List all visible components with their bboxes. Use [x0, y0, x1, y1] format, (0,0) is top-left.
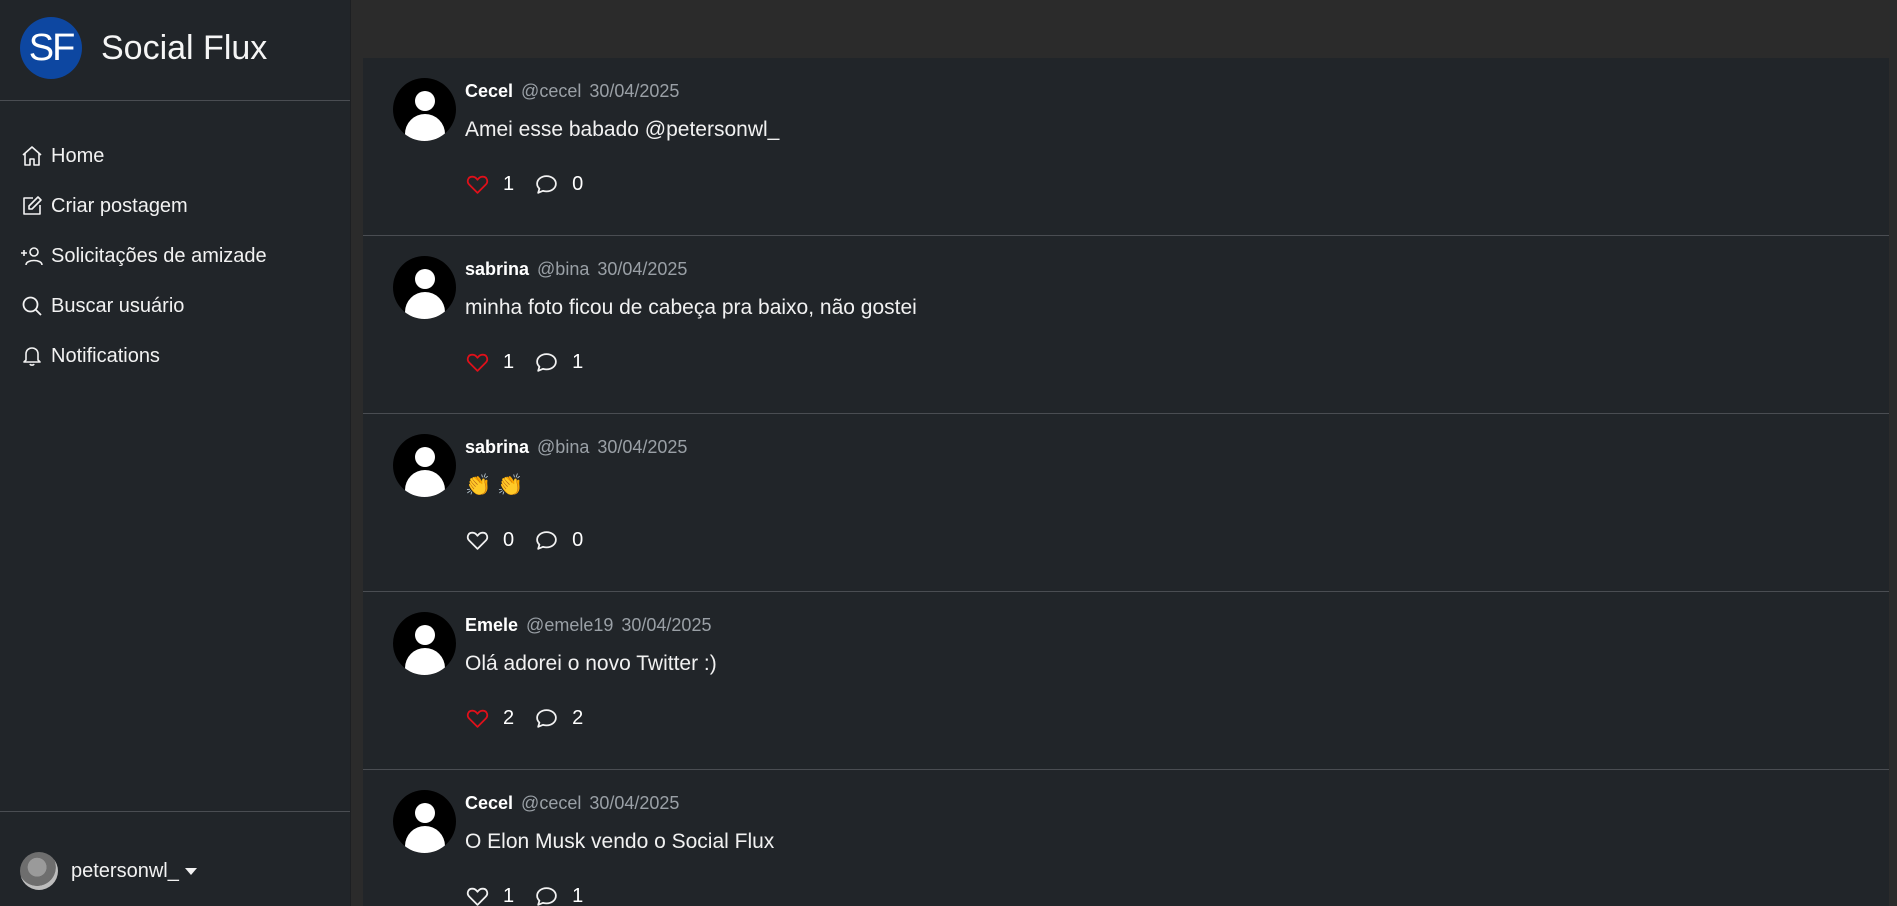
post-date: 30/04/2025 [597, 437, 688, 457]
post-handle[interactable]: @cecel [521, 793, 581, 813]
post[interactable]: Cecel @cecel 30/04/2025 O Elon Musk vendo … [363, 770, 1889, 906]
brand-name[interactable]: Social Flux [101, 29, 267, 68]
avatar[interactable] [20, 852, 58, 890]
post-actions: 1 0 [465, 172, 603, 197]
bell-icon [23, 347, 41, 366]
comment-icon[interactable] [534, 350, 559, 375]
brand-logo[interactable]: SF [20, 17, 82, 79]
comment-count: 0 [572, 173, 584, 195]
post-text: 👏 👏 [465, 474, 524, 497]
post-text: Olá adorei o novo Twitter :) [465, 652, 717, 675]
nav-item-notifications[interactable]: Notifications [20, 331, 267, 381]
sidebar-divider [0, 100, 350, 101]
sidebar: SF Social Flux Home Criar postagem Solic… [0, 0, 351, 906]
post[interactable]: sabrina @bina 30/04/2025 minha foto ficou … [363, 236, 1889, 414]
post[interactable]: Emele @emele19 30/04/2025 Olá adorei o nov… [363, 592, 1889, 770]
like-count: 1 [503, 885, 515, 906]
user-menu[interactable]: petersonwl_ [20, 852, 197, 890]
post-meta: Emele @emele19 30/04/2025 [465, 615, 711, 636]
avatar[interactable] [393, 790, 456, 853]
heart-icon[interactable] [465, 884, 490, 906]
post-actions: 1 1 [465, 884, 603, 906]
sidebar-nav: Home Criar postagem Solicitações de amiz… [20, 131, 267, 381]
post-author[interactable]: sabrina [465, 437, 529, 457]
post-date: 30/04/2025 [621, 615, 712, 635]
nav-label: Criar postagem [51, 194, 188, 217]
post-date: 30/04/2025 [597, 259, 688, 279]
heart-icon[interactable] [465, 350, 490, 375]
post-feed: Cecel @cecel 30/04/2025 Amei esse babado @… [363, 58, 1889, 906]
post-author[interactable]: Cecel [465, 81, 513, 101]
add-user-icon [21, 247, 43, 266]
sidebar-divider [0, 811, 350, 812]
brand[interactable]: SF Social Flux [20, 17, 267, 79]
post-date: 30/04/2025 [589, 81, 680, 101]
comment-count: 1 [572, 885, 584, 906]
post-meta: Cecel @cecel 30/04/2025 [465, 793, 679, 814]
post-handle[interactable]: @bina [537, 437, 589, 457]
post-meta: sabrina @bina 30/04/2025 [465, 437, 687, 458]
avatar[interactable] [393, 78, 456, 141]
post[interactable]: Cecel @cecel 30/04/2025 Amei esse babado @… [363, 58, 1889, 236]
like-count: 1 [503, 173, 515, 195]
comment-icon[interactable] [534, 884, 559, 906]
nav-label: Solicitações de amizade [51, 244, 267, 267]
post-text: Amei esse babado @petersonwl_ [465, 118, 780, 141]
heart-icon[interactable] [465, 706, 490, 731]
nav-label: Home [51, 144, 105, 167]
avatar[interactable] [393, 612, 456, 675]
nav-item-home[interactable]: Home [20, 131, 267, 181]
post-actions: 0 0 [465, 528, 603, 553]
like-count: 0 [503, 529, 515, 551]
nav-item-buscar-usuario[interactable]: Buscar usuário [20, 281, 267, 331]
comment-icon[interactable] [534, 528, 559, 553]
post-author[interactable]: Emele [465, 615, 518, 635]
caret-down-icon[interactable] [184, 867, 197, 875]
nav-label: Notifications [51, 344, 160, 367]
search-icon [22, 296, 42, 316]
avatar[interactable] [393, 434, 456, 497]
post-date: 30/04/2025 [589, 793, 680, 813]
post-text: minha foto ficou de cabeça pra baixo, nã… [465, 296, 917, 319]
post-handle[interactable]: @emele19 [526, 615, 613, 635]
heart-icon[interactable] [465, 528, 490, 553]
home-icon [22, 146, 42, 166]
post-actions: 1 1 [465, 350, 603, 375]
post-actions: 2 2 [465, 706, 603, 731]
like-count: 1 [503, 351, 515, 373]
comment-icon[interactable] [534, 706, 559, 731]
like-count: 2 [503, 707, 515, 729]
nav-item-solicitacoes[interactable]: Solicitações de amizade [20, 231, 267, 281]
post-text: O Elon Musk vendo o Social Flux [465, 830, 775, 853]
avatar[interactable] [393, 256, 456, 319]
nav-label: Buscar usuário [51, 294, 185, 317]
post[interactable]: sabrina @bina 30/04/2025 👏 👏 0 0 [363, 414, 1889, 592]
comment-count: 1 [572, 351, 584, 373]
post-author[interactable]: Cecel [465, 793, 513, 813]
comment-icon[interactable] [534, 172, 559, 197]
post-handle[interactable]: @cecel [521, 81, 581, 101]
user-name[interactable]: petersonwl_ [71, 860, 179, 883]
post-meta: Cecel @cecel 30/04/2025 [465, 81, 679, 102]
nav-item-criar-postagem[interactable]: Criar postagem [20, 181, 267, 231]
heart-icon[interactable] [465, 172, 490, 197]
post-handle[interactable]: @bina [537, 259, 589, 279]
comment-count: 0 [572, 529, 584, 551]
edit-icon [23, 196, 42, 215]
post-author[interactable]: sabrina [465, 259, 529, 279]
comment-count: 2 [572, 707, 584, 729]
post-meta: sabrina @bina 30/04/2025 [465, 259, 687, 280]
